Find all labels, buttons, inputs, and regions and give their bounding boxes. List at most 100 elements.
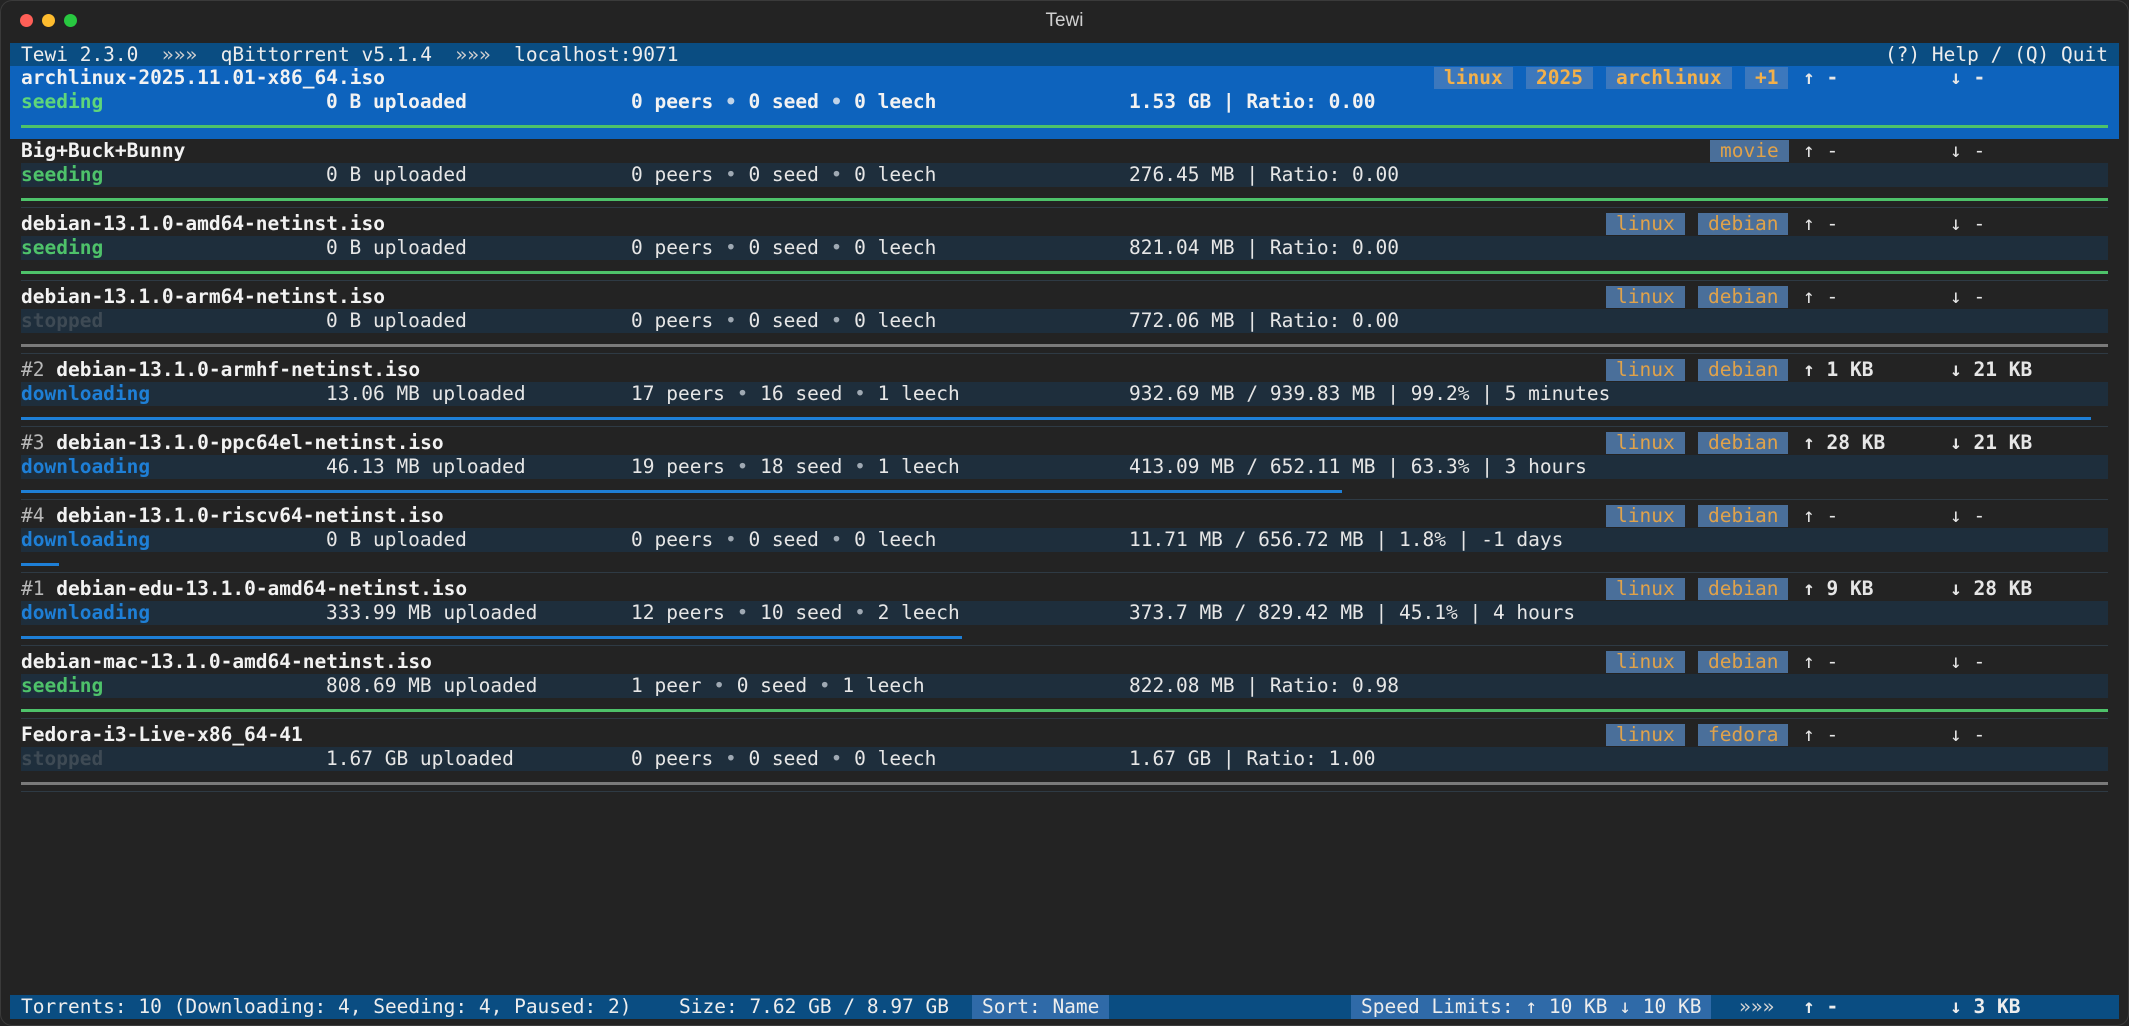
label-tag[interactable]: debian xyxy=(1698,359,1789,381)
progress-bar-fill xyxy=(21,709,2108,712)
status-label: stopped xyxy=(21,309,104,332)
help-quit-hint[interactable]: (?) Help / (Q) Quit xyxy=(1885,43,2108,66)
label-tag[interactable]: debian xyxy=(1698,213,1789,235)
torrent-name: debian-mac-13.1.0-amd64-netinst.iso xyxy=(21,650,432,673)
upload-speed: ↑ 28 KB xyxy=(1803,431,1886,454)
progress-bar-fill xyxy=(21,344,2108,347)
torrent-row[interactable]: #3 debian-13.1.0-ppc64el-netinst.iso linu… xyxy=(10,431,2119,504)
total-size: Size: 7.62 GB / 8.97 GB xyxy=(679,995,950,1018)
app-version: Tewi 2.3.0 xyxy=(21,43,139,66)
label-tag[interactable]: linux xyxy=(1434,67,1513,89)
size-progress: 1.53 GB | Ratio: 0.00 xyxy=(1129,90,1376,113)
sort-indicator[interactable]: Sort: Name xyxy=(972,995,1110,1019)
queue-position: #1 xyxy=(21,577,45,600)
seed-count: 0 seed xyxy=(748,236,819,259)
progress-bar-fill xyxy=(21,782,2108,785)
uploaded-amount: 0 B uploaded xyxy=(326,528,467,551)
size-progress: 276.45 MB | Ratio: 0.00 xyxy=(1129,163,1400,186)
uploaded-amount: 0 B uploaded xyxy=(326,309,467,332)
label-tag[interactable]: linux xyxy=(1606,724,1685,746)
leech-count: 0 leech xyxy=(854,528,937,551)
label-tag[interactable]: linux xyxy=(1606,286,1685,308)
label-tag[interactable]: linux xyxy=(1606,578,1685,600)
leech-count: 1 leech xyxy=(842,674,925,697)
bullet-separator: • xyxy=(713,674,725,697)
peer-count: 0 peers xyxy=(631,747,714,770)
label-tag[interactable]: debian xyxy=(1698,432,1789,454)
label-tag[interactable]: debian xyxy=(1698,505,1789,527)
status-label: downloading xyxy=(21,601,151,624)
label-tag[interactable]: linux xyxy=(1606,213,1685,235)
progress-bar xyxy=(21,125,2108,128)
torrent-row[interactable]: #4 debian-13.1.0-riscv64-netinst.iso linu… xyxy=(10,504,2119,577)
progress-bar-fill xyxy=(21,563,59,566)
torrent-row[interactable]: Big+Buck+Bunny movie ↑ - ↓ - seeding 0 B uplo… xyxy=(10,139,2119,212)
label-tag[interactable]: 2025 xyxy=(1526,67,1593,89)
uploaded-amount: 46.13 MB uploaded xyxy=(326,455,526,478)
peer-stats: 0 peers • 0 seed • 0 leech xyxy=(631,528,936,552)
torrent-stats-line: stopped 1.67 GB uploaded 0 peers • 0 seed … xyxy=(21,747,2108,771)
size-progress: 1.67 GB | Ratio: 1.00 xyxy=(1129,747,1376,770)
minimize-window-icon[interactable] xyxy=(42,14,55,27)
torrent-row[interactable]: #1 debian-edu-13.1.0-amd64-netinst.iso li… xyxy=(10,577,2119,650)
label-tag[interactable]: movie xyxy=(1710,140,1789,162)
download-speed: ↓ - xyxy=(1950,504,1986,527)
peer-count: 0 peers xyxy=(631,236,714,259)
torrent-row[interactable]: debian-13.1.0-arm64-netinst.iso linux debi… xyxy=(10,285,2119,358)
status-label: downloading xyxy=(21,455,151,478)
torrent-summary: Torrents: 10 (Downloading: 4, Seeding: 4… xyxy=(21,995,632,1018)
row-divider xyxy=(21,572,2108,573)
peer-count: 0 peers xyxy=(631,90,714,113)
seed-count: 10 seed xyxy=(760,601,843,624)
label-tag[interactable]: debian xyxy=(1698,651,1789,673)
torrent-stats-line: seeding 0 B uploaded 0 peers • 0 seed • 0 … xyxy=(21,90,2108,114)
label-tag[interactable]: archlinux xyxy=(1606,67,1732,89)
torrent-row[interactable]: archlinux-2025.11.01-x86_64.iso linux 2025… xyxy=(10,66,2119,139)
download-speed: ↓ - xyxy=(1950,66,1986,89)
peer-count: 1 peer xyxy=(631,674,702,697)
label-tag[interactable]: debian xyxy=(1698,578,1789,600)
total-download-speed: ↓ 3 KB xyxy=(1950,995,2021,1018)
maximize-window-icon[interactable] xyxy=(64,14,77,27)
label-tag[interactable]: debian xyxy=(1698,286,1789,308)
bullet-separator: • xyxy=(724,236,737,259)
progress-bar-fill xyxy=(21,490,1343,493)
header-separator: »»» xyxy=(455,43,491,66)
uploaded-amount: 808.69 MB uploaded xyxy=(326,674,538,697)
progress-bar xyxy=(21,344,2108,347)
torrent-row[interactable]: #2 debian-13.1.0-armhf-netinst.iso linux d… xyxy=(10,358,2119,431)
status-label: stopped xyxy=(21,747,104,770)
download-speed: ↓ 28 KB xyxy=(1950,577,2033,600)
label-tag[interactable]: linux xyxy=(1606,505,1685,527)
peer-count: 0 peers xyxy=(631,309,714,332)
bullet-separator: • xyxy=(854,382,866,405)
uploaded-amount: 0 B uploaded xyxy=(326,236,467,259)
torrent-stats-line: stopped 0 B uploaded 0 peers • 0 seed • 0 … xyxy=(21,309,2108,333)
torrent-row[interactable]: debian-13.1.0-amd64-netinst.iso linux debi… xyxy=(10,212,2119,285)
upload-speed: ↑ 9 KB xyxy=(1803,577,1874,600)
leech-count: 0 leech xyxy=(854,163,937,186)
size-progress: 11.71 MB / 656.72 MB | 1.8% | -1 days xyxy=(1129,528,1564,551)
speed-limits[interactable]: Speed Limits: ↑ 10 KB ↓ 10 KB xyxy=(1351,995,1712,1019)
bullet-separator: • xyxy=(818,674,831,697)
label-tag[interactable]: linux xyxy=(1606,359,1685,381)
download-speed: ↓ - xyxy=(1950,212,1986,235)
peer-stats: 17 peers • 16 seed • 1 leech xyxy=(631,382,960,406)
seed-count: 18 seed xyxy=(760,455,843,478)
download-speed: ↓ 21 KB xyxy=(1950,431,2033,454)
label-tag[interactable]: +1 xyxy=(1745,67,1789,89)
torrent-row[interactable]: Fedora-i3-Live-x86_64-41 linux fedora ↑ - ↓ … xyxy=(10,723,2119,796)
upload-speed: ↑ - xyxy=(1803,723,1839,746)
label-tag[interactable]: linux xyxy=(1606,651,1685,673)
size-progress: 373.7 MB / 829.42 MB | 45.1% | 4 hours xyxy=(1129,601,1576,624)
close-window-icon[interactable] xyxy=(20,14,33,27)
label-tag[interactable]: fedora xyxy=(1698,724,1789,746)
torrent-stats-line: downloading 13.06 MB uploaded 17 peers • 1… xyxy=(21,382,2108,406)
host-address: localhost:9071 xyxy=(514,43,679,66)
title-bar: Tewi xyxy=(0,0,2129,42)
torrent-row[interactable]: debian-mac-13.1.0-amd64-netinst.iso linux… xyxy=(10,650,2119,723)
bullet-separator: • xyxy=(854,455,866,478)
torrent-stats-line: seeding 0 B uploaded 0 peers • 0 seed • 0 … xyxy=(21,236,2108,260)
bullet-separator: • xyxy=(854,601,866,624)
label-tag[interactable]: linux xyxy=(1606,432,1685,454)
